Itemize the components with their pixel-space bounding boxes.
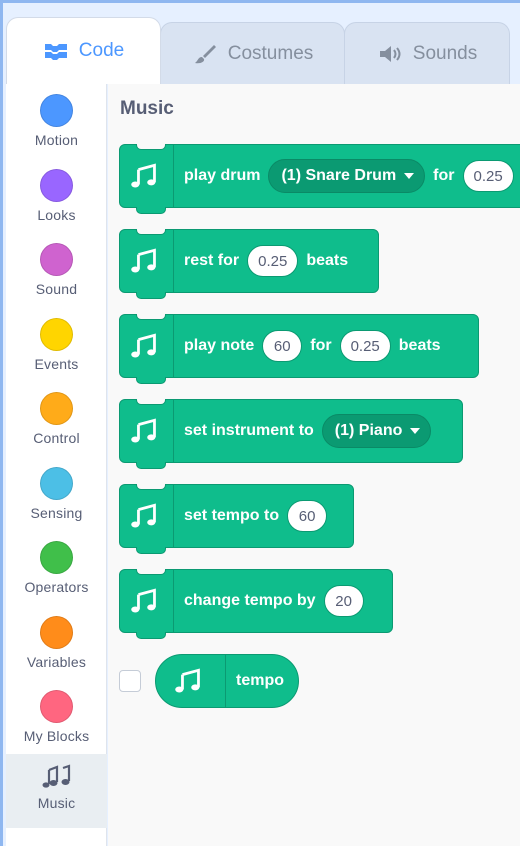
palette-title: Music [120,98,174,119]
category-motion[interactable]: Motion [6,88,107,162]
category-dot [40,392,73,425]
music-notes-icon [120,399,174,463]
tab-code[interactable]: Code [6,17,161,84]
category-label: Events [34,356,79,372]
category-sensing[interactable]: Sensing [6,461,107,535]
category-label: Sensing [30,505,83,521]
drum-dropdown-value: (1) Snare Drum [281,167,397,184]
editor-tabs: Code Costumes Sounds [0,0,520,84]
instrument-dropdown-value: (1) Piano [334,422,403,439]
category-operators[interactable]: Operators [6,535,107,609]
category-label: Control [33,430,80,446]
music-notes-icon [120,314,174,378]
category-label: Operators [24,579,89,595]
category-dot [40,318,73,351]
change-tempo-block[interactable]: change tempo by 20 [119,569,393,639]
category-looks[interactable]: Looks [6,163,107,237]
block-palette: Music play drum (1) Snare Drum for 0.25 … [108,84,520,846]
category-dot [40,616,73,649]
beats-input[interactable]: 0.25 [339,330,391,362]
category-dot [40,467,73,500]
tempo-reporter-row: tempo [119,654,299,708]
music-notes-icon [156,654,226,708]
block-text: rest for [184,252,240,269]
chevron-down-icon [410,428,421,434]
category-music[interactable]: Music [6,754,107,828]
tab-costumes-label: Costumes [227,42,314,64]
music-notes-icon [120,144,174,208]
category-label: Looks [37,207,76,223]
block-text: beats [398,337,441,354]
category-my-blocks[interactable]: My Blocks [6,684,107,758]
music-notes-icon [42,764,70,788]
tempo-reporter-block[interactable]: tempo [155,654,299,708]
category-label: My Blocks [23,728,90,744]
beats-input[interactable]: 0.25 [247,245,299,277]
block-text: play drum [184,167,261,184]
instrument-dropdown[interactable]: (1) Piano [321,414,432,448]
music-notes-icon [120,484,174,548]
block-text: for [433,167,455,184]
play-note-block[interactable]: play note 60 for 0.25 beats [119,314,479,384]
block-text: play note [184,337,255,354]
category-events[interactable]: Events [6,312,107,386]
play-drum-block[interactable]: play drum (1) Snare Drum for 0.25 [119,144,520,214]
code-blocks-icon [44,44,67,60]
tab-costumes[interactable]: Costumes [160,22,345,84]
category-variables[interactable]: Variables [6,610,107,684]
block-text: change tempo by [184,592,316,609]
music-notes-icon [120,569,174,633]
set-tempo-block[interactable]: set tempo to 60 [119,484,354,554]
tempo-change-input[interactable]: 20 [323,585,364,617]
set-instrument-block[interactable]: set instrument to (1) Piano [119,399,463,469]
note-input[interactable]: 60 [262,330,303,362]
chevron-down-icon [404,173,415,179]
tempo-input[interactable]: 60 [287,500,328,532]
rest-block[interactable]: rest for 0.25 beats [119,229,379,299]
category-dot [40,169,73,202]
category-label: Sound [35,281,78,297]
category-label: Music [37,795,76,811]
drum-dropdown[interactable]: (1) Snare Drum [268,159,426,193]
tab-sounds-label: Sounds [412,42,478,64]
category-sidebar: Motion Looks Sound Events Control Sensin… [6,84,107,846]
tab-sounds[interactable]: Sounds [344,22,510,84]
category-dot [40,94,73,127]
beats-input[interactable]: 0.25 [462,160,514,192]
block-text: set tempo to [184,507,280,524]
category-sound[interactable]: Sound [6,237,107,311]
category-dot [40,541,73,574]
paintbrush-icon [194,44,216,63]
category-label: Motion [34,132,79,148]
tempo-monitor-checkbox[interactable] [119,670,141,692]
block-text: set instrument to [184,422,314,439]
block-text: tempo [236,672,284,689]
category-dot [40,243,73,276]
tab-code-label: Code [78,40,125,61]
music-notes-icon [120,229,174,293]
category-dot [40,690,73,723]
category-control[interactable]: Control [6,386,107,460]
block-text: for [310,337,332,354]
category-label: Variables [26,654,87,670]
speaker-icon [379,45,401,62]
block-text: beats [306,252,349,269]
